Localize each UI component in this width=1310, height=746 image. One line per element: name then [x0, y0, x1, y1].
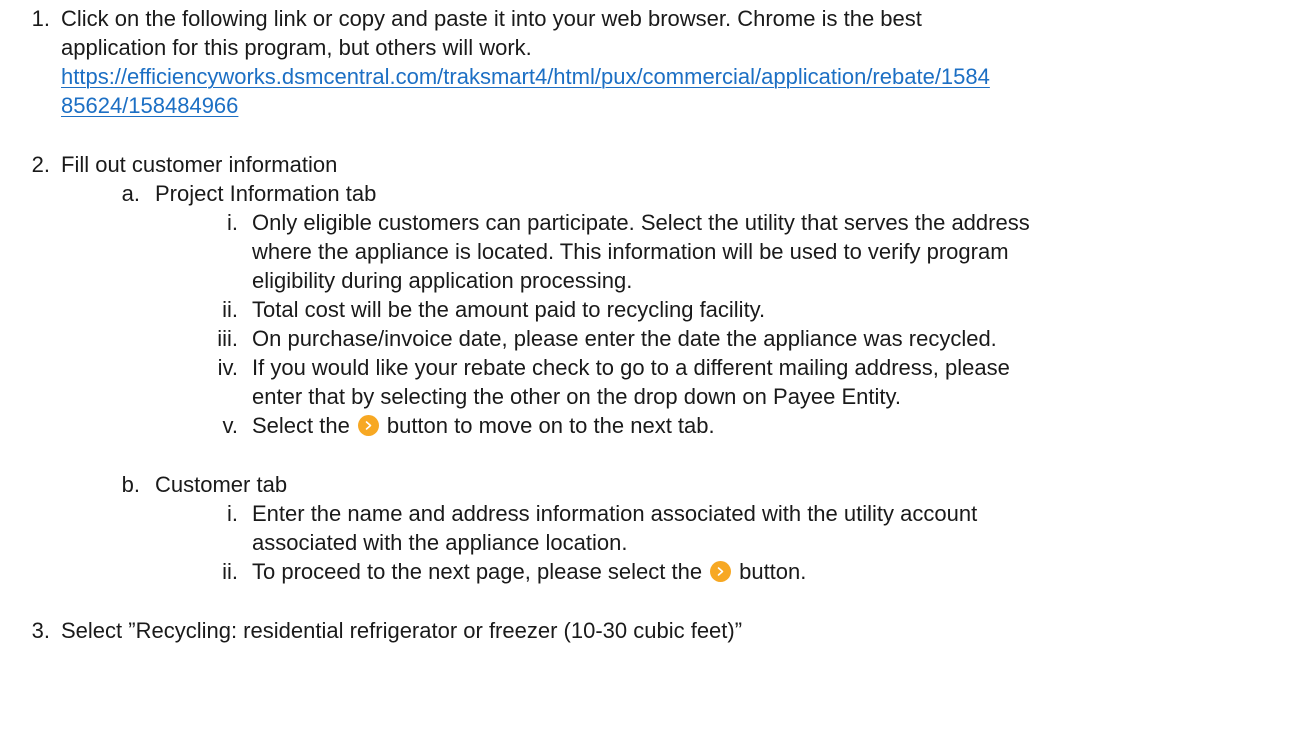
item-text: Total cost will be the amount paid to re… — [252, 297, 766, 322]
item-text: eligibility during application processin… — [252, 268, 633, 293]
item-text-with-button: To proceed to the next page, please sele… — [252, 557, 806, 586]
substep-text: Project Information tab — [155, 181, 377, 206]
item-text-with-button: Select the button to move on to the next … — [252, 411, 715, 440]
item-label: i. — [227, 501, 238, 526]
item-label: v. — [222, 413, 238, 438]
item-text: where the appliance is located. This inf… — [252, 239, 1009, 264]
item-label: iii. — [217, 326, 238, 351]
item-label: ii. — [222, 297, 238, 322]
step-text: Fill out customer information — [61, 152, 338, 177]
item-text: Only eligible customers can participate.… — [252, 210, 1030, 235]
application-link-text[interactable]: 85624/158484966 — [61, 93, 238, 118]
item-text: button. — [739, 559, 807, 584]
application-link-text[interactable]: https://efficiencyworks.dsmcentral.com/t… — [61, 64, 990, 89]
application-link-continued[interactable]: 85624/158484966 — [61, 91, 238, 120]
substep-label: b. — [121, 472, 140, 497]
item-text: To proceed to the next page, please sele… — [252, 559, 703, 584]
chevron-right-icon — [710, 561, 732, 582]
application-link[interactable]: https://efficiencyworks.dsmcentral.com/t… — [61, 62, 990, 91]
step-text: Click on the following link or copy and … — [61, 6, 922, 31]
item-text: Enter the name and address information a… — [252, 501, 978, 526]
substep-label: a. — [121, 181, 140, 206]
chevron-right-icon — [357, 415, 379, 436]
item-text: associated with the appliance location. — [252, 530, 628, 555]
item-text: Select the — [252, 413, 350, 438]
step-number: 2. — [31, 152, 50, 177]
item-text: If you would like your rebate check to g… — [252, 355, 1010, 380]
substep-text: Customer tab — [155, 472, 288, 497]
item-text: enter that by selecting the other on the… — [252, 384, 902, 409]
step-text: Select ”Recycling: residential refrigera… — [61, 618, 743, 643]
item-text: On purchase/invoice date, please enter t… — [252, 326, 997, 351]
item-label: i. — [227, 210, 238, 235]
step-text: application for this program, but others… — [61, 35, 532, 60]
item-label: iv. — [217, 355, 238, 380]
step-number: 1. — [31, 6, 50, 31]
item-text: button to move on to the next tab. — [386, 413, 715, 438]
step-number: 3. — [31, 618, 50, 643]
item-label: ii. — [222, 559, 238, 584]
